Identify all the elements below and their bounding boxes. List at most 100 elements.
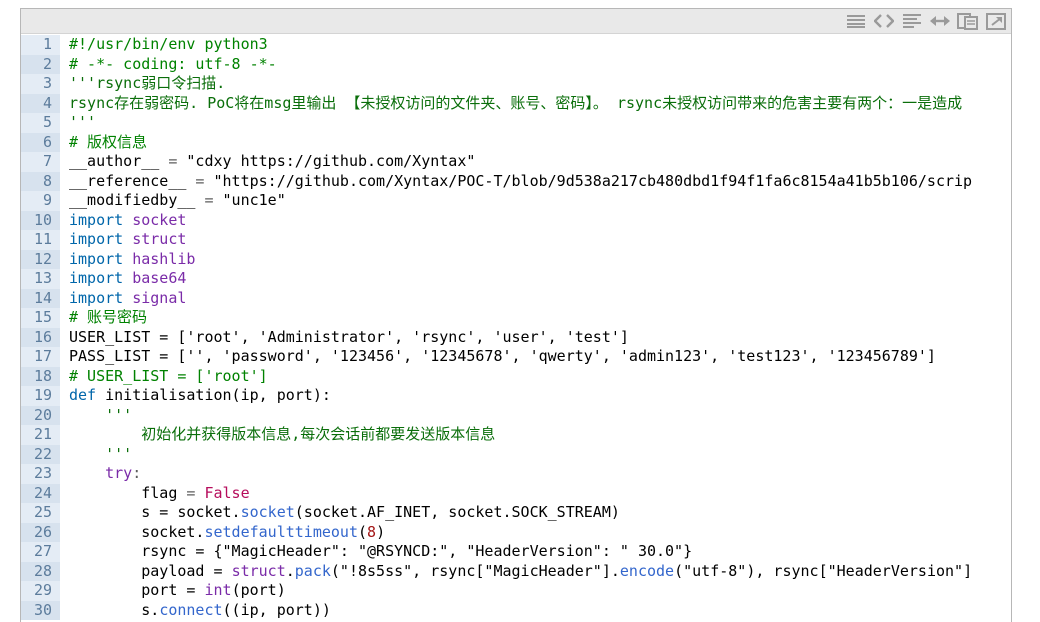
line-source: import socket bbox=[60, 211, 1011, 231]
line-number: 6 bbox=[21, 132, 60, 153]
code-token: ("utf-8"), rsync["HeaderVersion"] bbox=[674, 561, 973, 580]
code-token: encode bbox=[619, 561, 675, 580]
code-token: = bbox=[186, 171, 214, 190]
code-token: initialisation(ip, port): bbox=[105, 386, 331, 405]
line-number: 26 bbox=[21, 522, 60, 543]
code-line: 8 __reference__ = "https://github.com/Xyn… bbox=[21, 171, 1011, 192]
code-line: 16 USER_LIST = ['root', 'Administrator', … bbox=[21, 327, 1011, 348]
popout-icon[interactable] bbox=[985, 12, 1007, 30]
code-line: 7 __author__ = "cdxy https://github.com/X… bbox=[21, 152, 1011, 172]
line-source: try: bbox=[60, 464, 1011, 484]
line-number: 20 bbox=[21, 405, 60, 426]
code-line: 22 ''' bbox=[21, 444, 1011, 465]
line-number: 12 bbox=[21, 249, 60, 270]
code-line: 9 __modifiedby__ = "unc1e" bbox=[21, 191, 1011, 211]
code-token: 初始化并获得版本信息,每次会话前都要发送版本信息 bbox=[69, 425, 496, 444]
copy-icon[interactable] bbox=[957, 12, 979, 30]
code-line: 14 import signal bbox=[21, 288, 1011, 309]
code-token: __author__ bbox=[69, 152, 160, 171]
code-token: socket. bbox=[69, 522, 205, 541]
code-line: 12 import hashlib bbox=[21, 249, 1011, 270]
line-number: 16 bbox=[21, 327, 60, 348]
code-line: 10 import socket bbox=[21, 210, 1011, 231]
code-token: ("!8s5ss", rsync["MagicHeader"]. bbox=[330, 561, 620, 580]
code-toolbar bbox=[21, 9, 1011, 34]
code-token: 8 bbox=[367, 522, 377, 541]
line-number: 3 bbox=[21, 74, 60, 94]
code-token: PASS_LIST = ['', 'password', '123456', '… bbox=[69, 347, 936, 366]
code-token: import bbox=[69, 230, 133, 249]
line-number: 25 bbox=[21, 503, 60, 523]
code-line: 21 初始化并获得版本信息,每次会话前都要发送版本信息 bbox=[21, 425, 1011, 445]
line-source: # 版权信息 bbox=[60, 133, 1011, 153]
line-source: 初始化并获得版本信息,每次会话前都要发送版本信息 bbox=[60, 425, 1011, 445]
line-number: 1 bbox=[21, 35, 60, 55]
expand-icon[interactable] bbox=[929, 12, 951, 30]
code-token: payload = bbox=[69, 561, 232, 580]
code-line: 27 rsync = {"MagicHeader": "@RSYNCD:", "… bbox=[21, 542, 1011, 562]
line-source: ''' bbox=[60, 113, 1011, 133]
line-number: 5 bbox=[21, 113, 60, 133]
code-token: __reference__ bbox=[69, 171, 187, 190]
code-token: (port) bbox=[231, 581, 286, 600]
line-number: 30 bbox=[21, 600, 60, 621]
line-number: 22 bbox=[21, 444, 60, 465]
line-number: 9 bbox=[21, 191, 60, 211]
code-line: 13 import base64 bbox=[21, 269, 1011, 289]
code-token: def bbox=[69, 386, 106, 405]
code-token: signal bbox=[132, 288, 187, 307]
line-number: 11 bbox=[21, 230, 60, 250]
code-token: import bbox=[69, 210, 133, 229]
line-source: port = int(port) bbox=[60, 581, 1011, 601]
code-token: struct bbox=[132, 230, 187, 249]
code-line: 5 ''' bbox=[21, 113, 1011, 133]
code-token: rsync存在弱密码. PoC将在msg里输出 【未授权访问的文件夹、账号、密码… bbox=[69, 93, 963, 112]
code-token: USER_LIST = ['root', 'Administrator', 'r… bbox=[69, 327, 629, 346]
code-token: s. bbox=[69, 600, 160, 619]
code-token: rsync = {"MagicHeader": "@RSYNCD:", "Hea… bbox=[69, 542, 693, 561]
line-number: 10 bbox=[21, 210, 60, 231]
line-source: flag = False bbox=[60, 484, 1011, 504]
code-line: 6 # 版权信息 bbox=[21, 132, 1011, 153]
line-source: s = socket.socket(socket.AF_INET, socket… bbox=[60, 503, 1011, 523]
code-token: False bbox=[204, 483, 250, 502]
line-source: '''rsync弱口令扫描. bbox=[60, 74, 1011, 94]
code-line: 15 # 账号密码 bbox=[21, 308, 1011, 328]
wrap-lines-icon[interactable] bbox=[901, 12, 923, 30]
line-source: __author__ = "cdxy https://github.com/Xy… bbox=[60, 152, 1011, 172]
code-token: = bbox=[159, 152, 187, 171]
code-viewer: 1 #!/usr/bin/env python3 2 # -*- coding: ut… bbox=[20, 8, 1012, 622]
code-token: pack bbox=[294, 561, 331, 580]
code-line: 11 import struct bbox=[21, 230, 1011, 250]
line-source: #!/usr/bin/env python3 bbox=[60, 35, 1011, 55]
code-token: ) bbox=[376, 522, 386, 541]
code-line: 1 #!/usr/bin/env python3 bbox=[21, 35, 1011, 55]
code-token: port = bbox=[69, 581, 205, 600]
code-line: 23 try: bbox=[21, 464, 1011, 484]
code-body[interactable]: 1 #!/usr/bin/env python3 2 # -*- coding: ut… bbox=[21, 35, 1011, 622]
toolbar-actions bbox=[845, 12, 1007, 30]
code-line: 19 def initialisation(ip, port): bbox=[21, 386, 1011, 406]
line-number: 29 bbox=[21, 581, 60, 601]
code-line: 28 payload = struct.pack("!8s5ss", rsync… bbox=[21, 561, 1011, 582]
line-number: 7 bbox=[21, 152, 60, 172]
code-token: ''' bbox=[69, 113, 97, 132]
line-number: 24 bbox=[21, 483, 60, 504]
code-token: (socket.AF_INET, socket.SOCK_STREAM) bbox=[294, 503, 620, 522]
line-number: 27 bbox=[21, 542, 60, 562]
code-line: 26 socket.setdefaulttimeout(8) bbox=[21, 522, 1011, 543]
code-token: __modifiedby__ bbox=[69, 191, 196, 210]
code-token: ((ip, port)) bbox=[222, 600, 331, 619]
code-tags-icon[interactable] bbox=[873, 12, 895, 30]
code-token: # 账号密码 bbox=[69, 308, 148, 327]
code-token: setdefaulttimeout bbox=[204, 522, 358, 541]
view-source-icon[interactable] bbox=[845, 12, 867, 30]
code-token: # USER_LIST = ['root'] bbox=[69, 366, 268, 385]
code-line: 24 flag = False bbox=[21, 483, 1011, 504]
line-source: payload = struct.pack("!8s5ss", rsync["M… bbox=[60, 562, 1011, 582]
line-number: 21 bbox=[21, 425, 60, 445]
code-token: "https://github.com/Xyntax/POC-T/blob/9d… bbox=[213, 171, 973, 190]
line-number: 8 bbox=[21, 171, 60, 192]
line-source: import signal bbox=[60, 289, 1011, 309]
code-token: . bbox=[285, 561, 295, 580]
